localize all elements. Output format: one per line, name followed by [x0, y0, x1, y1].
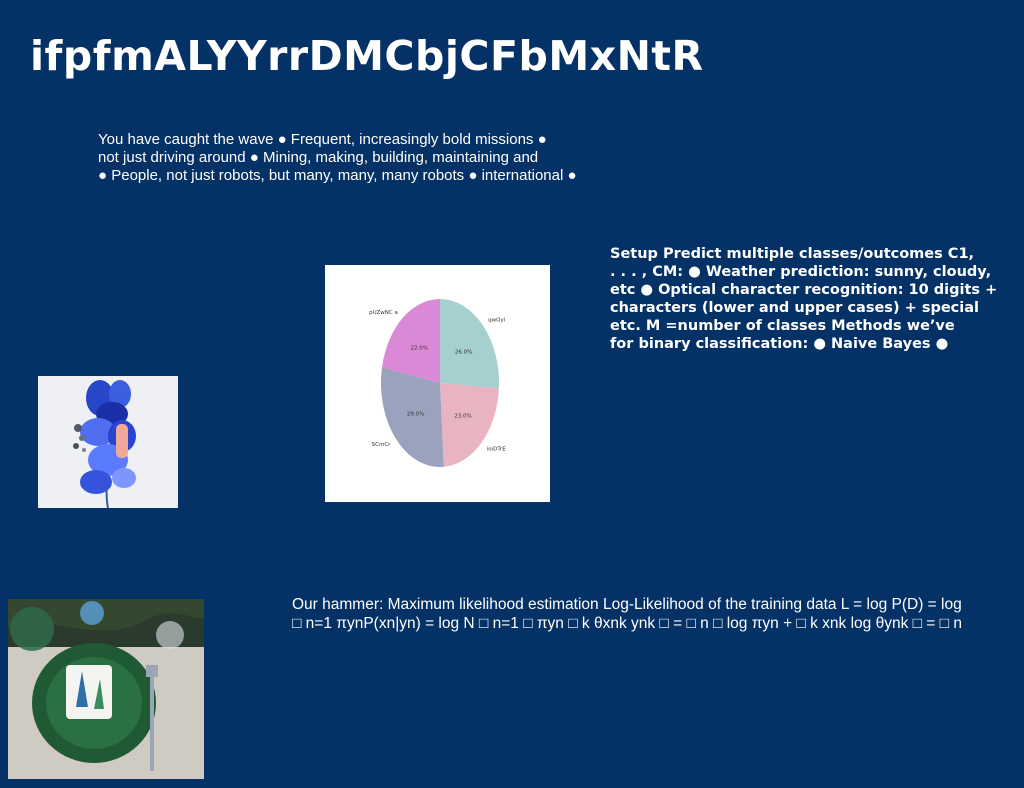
table-setting-photo [8, 599, 204, 779]
pie-chart: 26.0% qwOyl 23.0% ioiDTrE 29.0% SCmCr 22.0% pUZ… [325, 265, 550, 502]
pie-pct-label: 29.0% [407, 412, 424, 418]
wave-bullets-text: You have caught the wave ● Frequent, inc… [98, 131, 577, 184]
orchid-photo [38, 376, 178, 508]
pie-slice-ioidtre [440, 383, 499, 467]
setup-text: Setup Predict multiple classes/outcomes … [610, 246, 998, 352]
pie-slice-label: qwOyl [488, 318, 506, 324]
pie-slice-label: ioiDTrE [487, 446, 506, 452]
pie-pct-label: 23.0% [454, 414, 471, 420]
likelihood-text: Our hammer: Maximum likelihood estimatio… [292, 596, 962, 632]
pie-pct-label: 26.0% [455, 349, 472, 355]
pie-slice-qwoyl [440, 299, 499, 389]
pie-slice-label: SCmCr [372, 442, 392, 448]
pie-slice-label: pUZwNC a [369, 310, 398, 316]
slide-title: ifpfmALYYrrDMCbjCFbMxNtR [30, 32, 704, 80]
pie-pct-label: 22.0% [411, 345, 428, 351]
